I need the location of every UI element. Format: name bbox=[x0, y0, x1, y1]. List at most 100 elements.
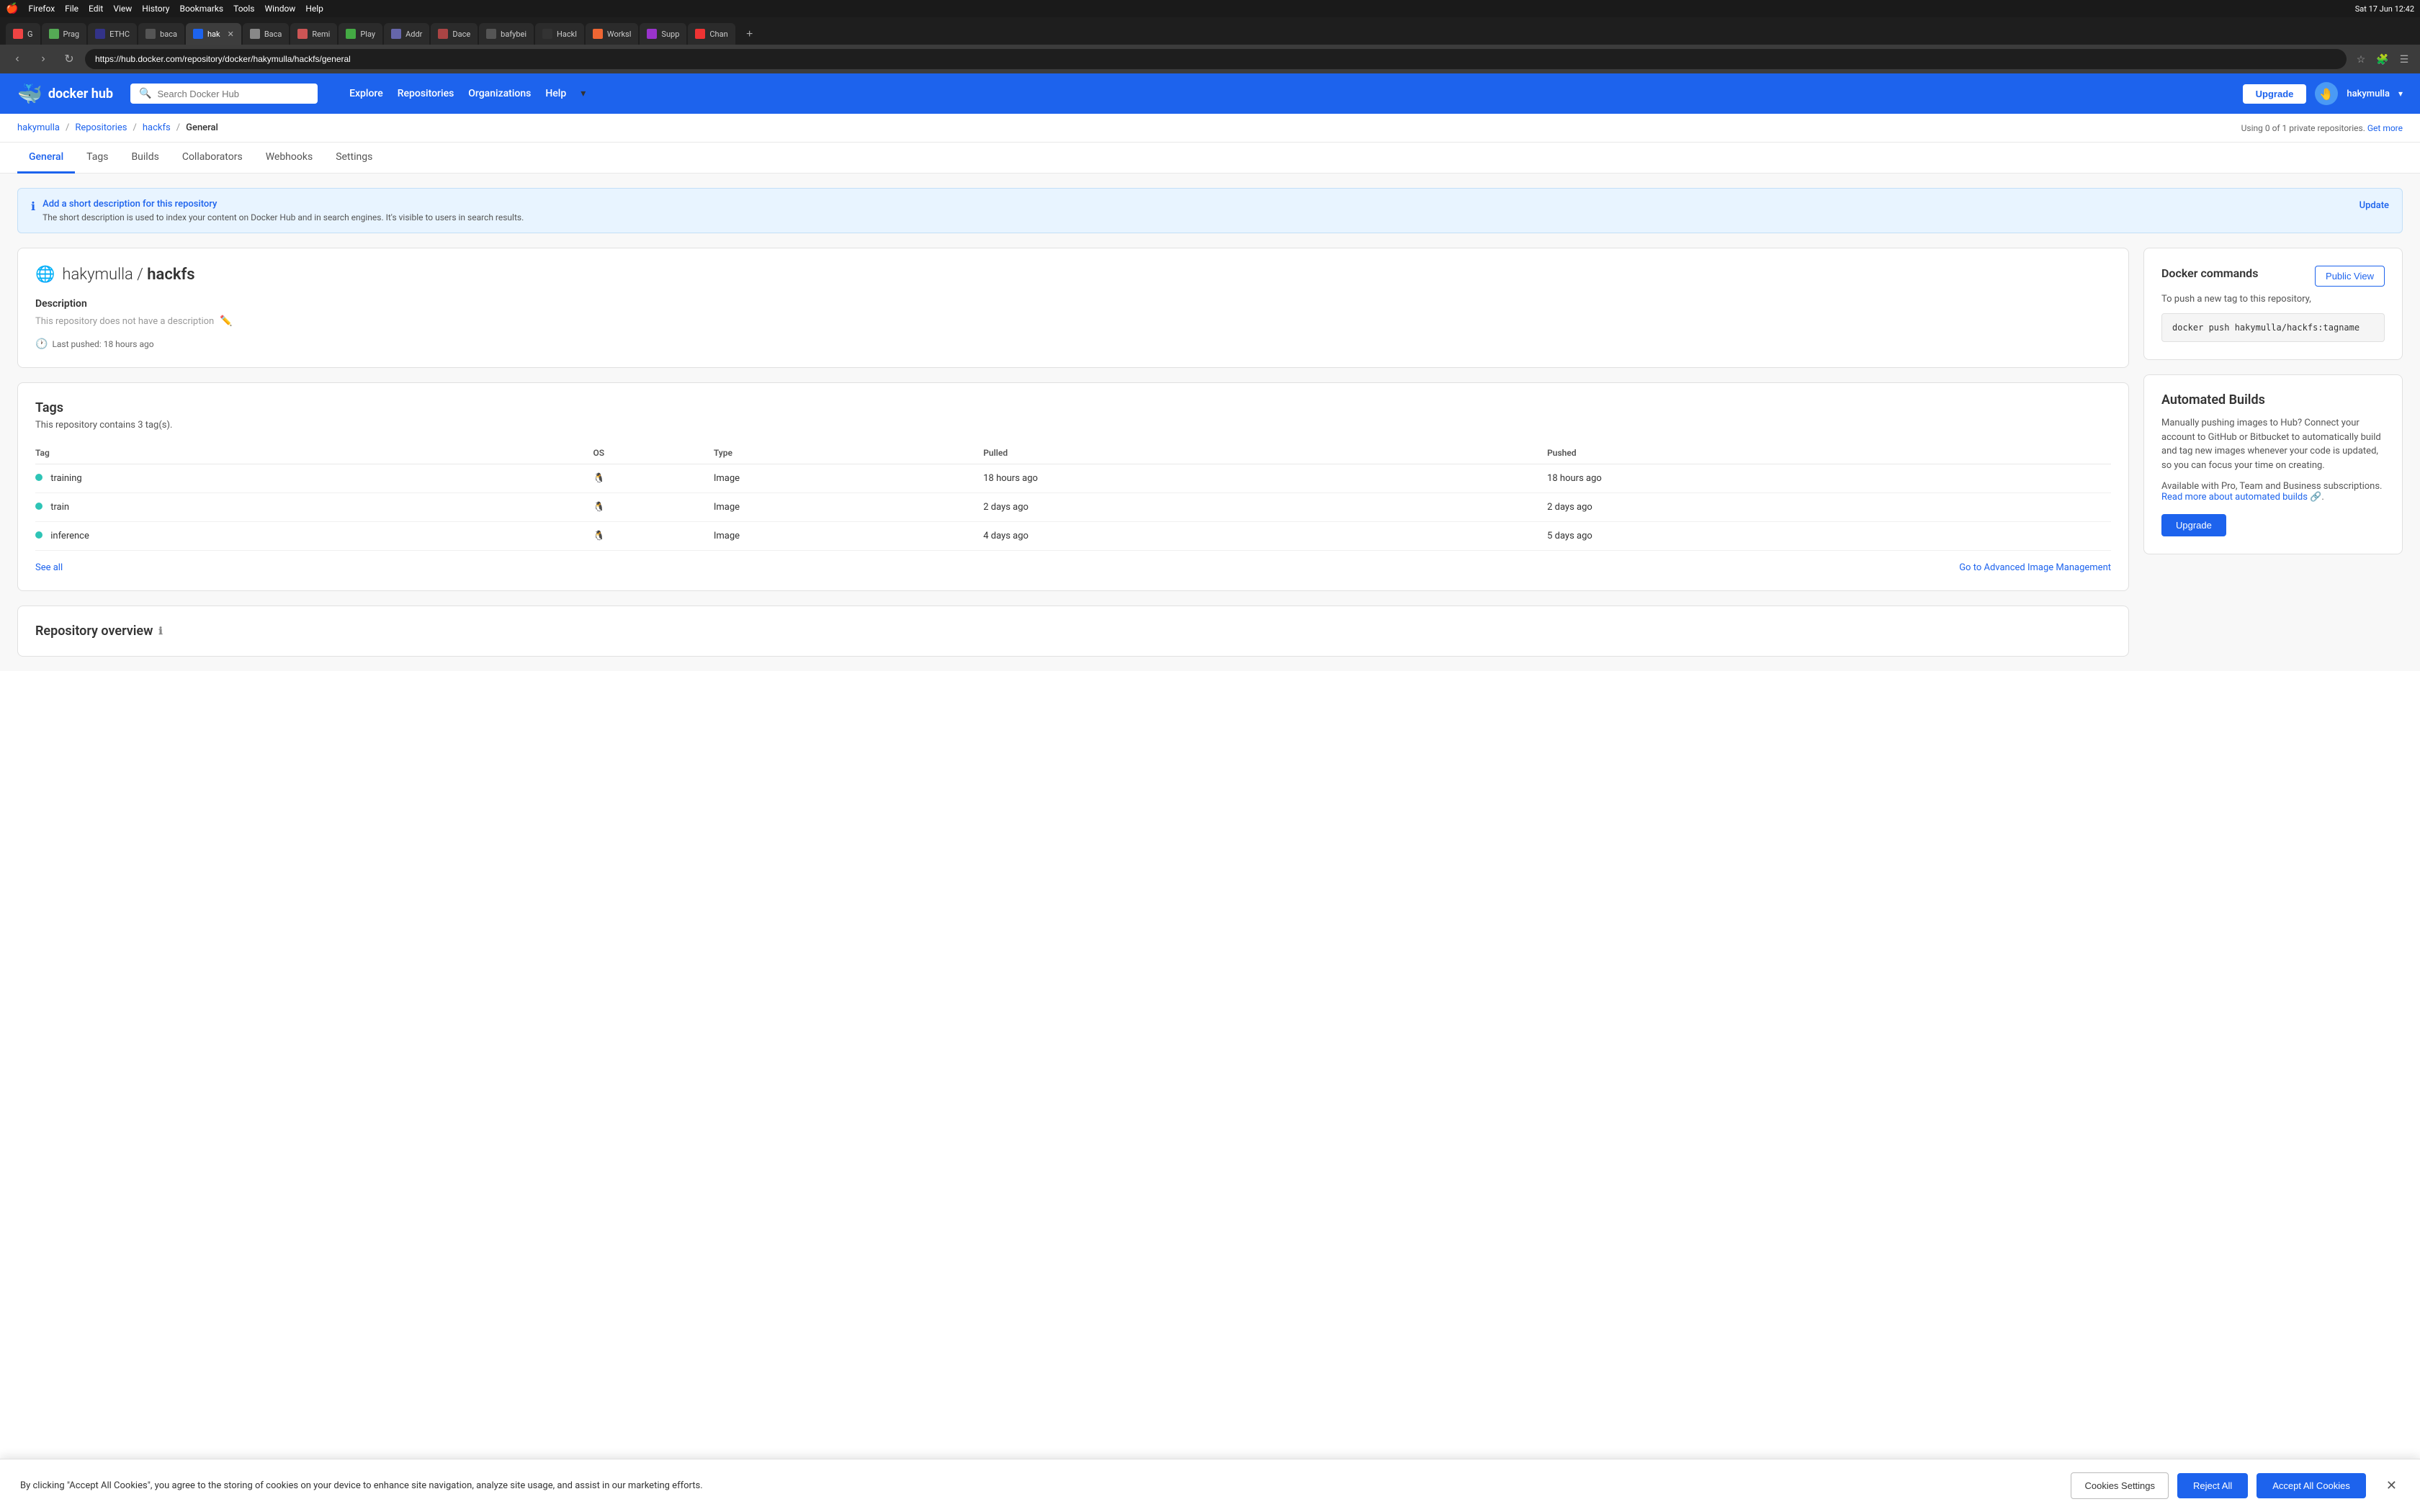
sub-tab-tags[interactable]: Tags bbox=[75, 143, 120, 174]
tab-gmail[interactable]: G bbox=[6, 23, 40, 45]
tab-label: Play bbox=[360, 30, 375, 39]
repo-overview-card: Repository overview ℹ bbox=[17, 606, 2129, 657]
edit-icon[interactable]: ✏️ bbox=[220, 315, 232, 327]
menu-help[interactable]: Help bbox=[305, 4, 323, 14]
os-menubar: 🍎 Firefox File Edit View History Bookmar… bbox=[0, 0, 2420, 17]
menu-bookmarks[interactable]: Bookmarks bbox=[179, 4, 223, 14]
automated-builds-title: Automated Builds bbox=[2161, 392, 2385, 408]
see-all-link[interactable]: See all bbox=[35, 562, 63, 573]
tab-haky-active[interactable]: hak ✕ bbox=[186, 23, 241, 45]
nav-help[interactable]: Help bbox=[545, 88, 566, 99]
upgrade-button[interactable]: Upgrade bbox=[2243, 84, 2307, 104]
tab-chan[interactable]: Chan bbox=[688, 23, 735, 45]
apple-menu-icon[interactable]: 🍎 bbox=[6, 3, 18, 14]
search-input[interactable] bbox=[158, 89, 310, 99]
globe-icon: 🌐 bbox=[35, 266, 55, 284]
tab-close-icon[interactable]: ✕ bbox=[228, 30, 234, 39]
tag-pushed-cell: 5 days ago bbox=[1547, 522, 2111, 551]
sub-tab-builds[interactable]: Builds bbox=[120, 143, 170, 174]
new-tab-button[interactable]: + bbox=[740, 24, 760, 45]
menu-view[interactable]: View bbox=[113, 4, 132, 14]
tab-favicon bbox=[297, 29, 308, 39]
tab-label: Baca bbox=[264, 30, 282, 39]
breadcrumb-left: hakymulla / Repositories / hackfs / Gene… bbox=[17, 122, 218, 133]
menu-history[interactable]: History bbox=[142, 4, 169, 14]
tab-hackl[interactable]: Hackl bbox=[535, 23, 584, 45]
tab-addr[interactable]: Addr bbox=[384, 23, 429, 45]
tab-baca2[interactable]: Baca bbox=[243, 23, 290, 45]
tab-favicon bbox=[145, 29, 156, 39]
menu-window[interactable]: Window bbox=[265, 4, 296, 14]
tab-baca[interactable]: baca bbox=[138, 23, 184, 45]
nav-help-chevron: ▾ bbox=[581, 88, 586, 99]
header-right: Upgrade 🤚 hakymulla ▾ bbox=[2243, 82, 2403, 105]
read-more-builds-link[interactable]: Read more about automated builds bbox=[2161, 492, 2308, 503]
tags-footer: See all Go to Advanced Image Management bbox=[35, 562, 2111, 573]
tag-pulled-cell: 2 days ago bbox=[983, 493, 1547, 522]
get-more-link[interactable]: Get more bbox=[2367, 123, 2403, 133]
tags-table-header: Tag OS Type Pulled Pushed bbox=[35, 442, 2111, 464]
col-tag: Tag bbox=[35, 442, 593, 464]
tab-supp[interactable]: Supp bbox=[640, 23, 686, 45]
sub-tab-webhooks[interactable]: Webhooks bbox=[254, 143, 325, 174]
breadcrumb-repo[interactable]: hackfs bbox=[143, 122, 171, 133]
advanced-image-management-link[interactable]: Go to Advanced Image Management bbox=[1959, 562, 2111, 573]
sub-tab-settings[interactable]: Settings bbox=[324, 143, 384, 174]
upgrade-blue-button[interactable]: Upgrade bbox=[2161, 514, 2226, 536]
tab-play[interactable]: Play bbox=[339, 23, 382, 45]
nav-explore[interactable]: Explore bbox=[349, 88, 383, 99]
tab-bafybei[interactable]: bafybei bbox=[479, 23, 534, 45]
repo-info-card: 🌐 hakymulla / hackfs Description This re… bbox=[17, 248, 2129, 368]
tab-label: ETHC bbox=[109, 30, 130, 39]
tag-name-cell: training bbox=[35, 464, 593, 493]
menu-tools[interactable]: Tools bbox=[233, 4, 254, 14]
reload-button[interactable]: ↻ bbox=[59, 49, 79, 69]
bookmark-icon[interactable]: ☆ bbox=[2352, 50, 2370, 68]
menu-icon[interactable]: ☰ bbox=[2396, 50, 2413, 68]
sub-tab-general[interactable]: General bbox=[17, 143, 75, 174]
browser-chrome: G Prag ETHC baca hak ✕ Baca Remi bbox=[0, 17, 2420, 73]
table-row: inference 🐧 Image 4 days ago 5 days ago bbox=[35, 522, 2111, 551]
forward-button[interactable]: › bbox=[33, 49, 53, 69]
search-box[interactable]: 🔍 bbox=[130, 84, 318, 104]
tag-os-cell: 🐧 bbox=[593, 464, 713, 493]
tags-title: Tags bbox=[35, 400, 2111, 415]
tab-ethc[interactable]: ETHC bbox=[88, 23, 137, 45]
tag-type-cell: Image bbox=[714, 493, 983, 522]
info-text: Add a short description for this reposit… bbox=[42, 199, 2352, 222]
tag-pulled-cell: 18 hours ago bbox=[983, 464, 1547, 493]
dockerhub-logo[interactable]: 🐳 docker hub bbox=[17, 82, 113, 106]
extensions-icon[interactable]: 🧩 bbox=[2374, 50, 2391, 68]
sub-tab-collaborators[interactable]: Collaborators bbox=[171, 143, 254, 174]
address-bar[interactable] bbox=[85, 49, 2347, 69]
header-nav: Explore Repositories Organizations Help … bbox=[349, 88, 586, 99]
tab-pragma[interactable]: Prag bbox=[42, 23, 87, 45]
tags-card: Tags This repository contains 3 tag(s). … bbox=[17, 382, 2129, 591]
tab-worksl[interactable]: Worksl bbox=[586, 23, 639, 45]
nav-organizations[interactable]: Organizations bbox=[468, 88, 531, 99]
tab-dace[interactable]: Dace bbox=[431, 23, 478, 45]
description-text: This repository does not have a descript… bbox=[35, 315, 2111, 327]
user-menu-chevron[interactable]: ▾ bbox=[2398, 89, 2403, 99]
overview-info-icon: ℹ bbox=[158, 626, 162, 637]
overview-title: Repository overview ℹ bbox=[35, 624, 2111, 639]
info-banner-title: Add a short description for this reposit… bbox=[42, 199, 2352, 210]
public-view-button[interactable]: Public View bbox=[2315, 266, 2385, 287]
nav-repositories[interactable]: Repositories bbox=[398, 88, 454, 99]
update-link[interactable]: Update bbox=[2360, 199, 2389, 211]
tab-label: Addr bbox=[405, 30, 422, 39]
tag-os-cell: 🐧 bbox=[593, 493, 713, 522]
info-banner-desc: The short description is used to index y… bbox=[42, 212, 2352, 222]
content-grid: 🌐 hakymulla / hackfs Description This re… bbox=[17, 248, 2403, 657]
sub-tabs: General Tags Builds Collaborators Webhoo… bbox=[0, 143, 2420, 174]
description-label: Description bbox=[35, 298, 2111, 310]
automated-builds-subscriptions: Available with Pro, Team and Business su… bbox=[2161, 481, 2385, 503]
menu-edit[interactable]: Edit bbox=[89, 4, 103, 14]
menu-file[interactable]: File bbox=[65, 4, 79, 14]
back-button[interactable]: ‹ bbox=[7, 49, 27, 69]
breadcrumb-user[interactable]: hakymulla bbox=[17, 122, 60, 133]
breadcrumb-repositories[interactable]: Repositories bbox=[75, 122, 127, 133]
tab-remi[interactable]: Remi bbox=[290, 23, 337, 45]
docker-whale-icon: 🐳 bbox=[17, 82, 42, 106]
col-os: OS bbox=[593, 442, 713, 464]
